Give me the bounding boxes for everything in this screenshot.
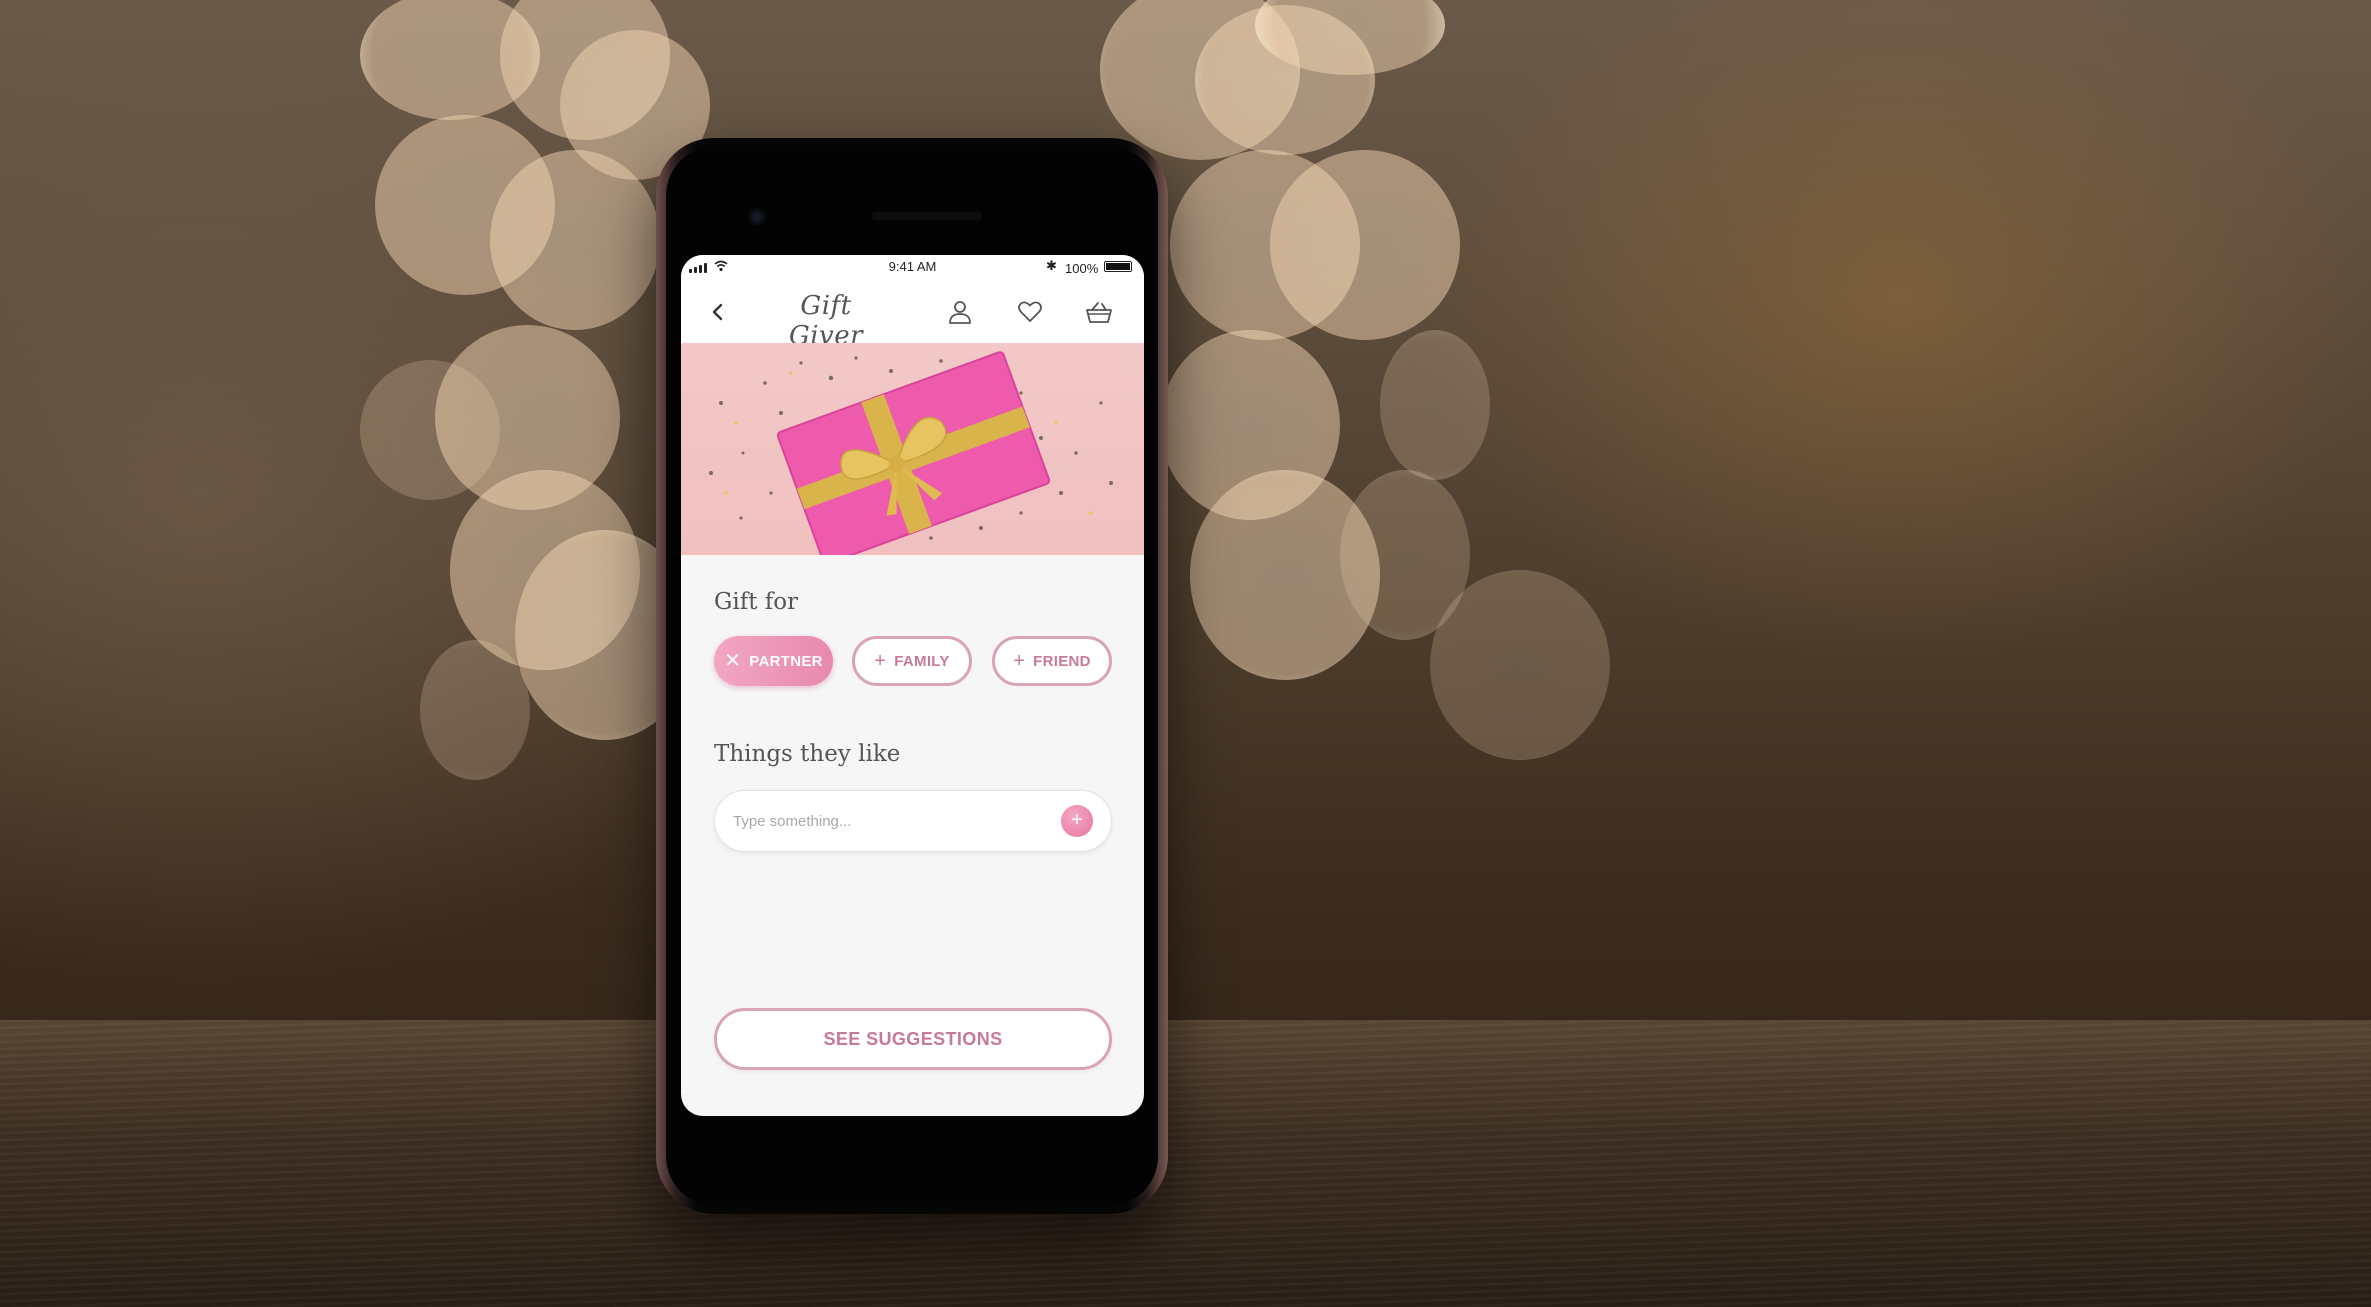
chip-family[interactable]: + FAMILY [852,636,972,686]
heart-icon[interactable] [1015,297,1045,327]
gift-for-title: Gift for [714,589,799,615]
plus-icon: + [874,650,887,672]
chip-label: PARTNER [749,652,823,670]
bokeh-light [490,150,660,330]
plus-icon: + [1013,650,1026,672]
see-suggestions-button[interactable]: SEE SUGGESTIONS [714,1008,1112,1070]
user-icon[interactable] [945,297,975,327]
add-like-button[interactable]: + [1061,805,1093,837]
chip-label: FRIEND [1033,652,1091,670]
app-brand: Gift Giver [788,291,864,351]
close-icon: ✕ [724,650,742,672]
things-they-like-title: Things they like [714,741,901,767]
bokeh-light [1270,150,1460,340]
battery-percent: 100% [1065,261,1099,276]
status-bar: 9:41 AM ✱ 100% [681,255,1144,279]
gift-box-illustration [709,351,1113,555]
chip-label: FAMILY [894,652,950,670]
front-camera [748,208,766,226]
chip-partner[interactable]: ✕ PARTNER [714,636,833,686]
bokeh-light [1430,570,1610,760]
likes-input-container: + [714,790,1112,852]
bluetooth-icon: ✱ [1046,258,1057,273]
chip-friend[interactable]: + FRIEND [992,636,1112,686]
battery-icon [1104,261,1132,272]
gift-hero-image [681,343,1144,555]
earpiece-speaker [872,212,982,220]
basket-icon[interactable] [1084,297,1114,327]
bokeh-light [360,360,500,500]
top-nav-bar: Gift Giver [681,279,1144,351]
likes-input[interactable] [733,791,1053,851]
chevron-left-icon[interactable] [703,297,733,327]
app-screen: 9:41 AM ✱ 100% Gift Giver Gift for ✕ PAR… [681,255,1144,1116]
wooden-table [0,1020,2371,1307]
bokeh-light [1380,330,1490,480]
bokeh-light [420,640,530,780]
